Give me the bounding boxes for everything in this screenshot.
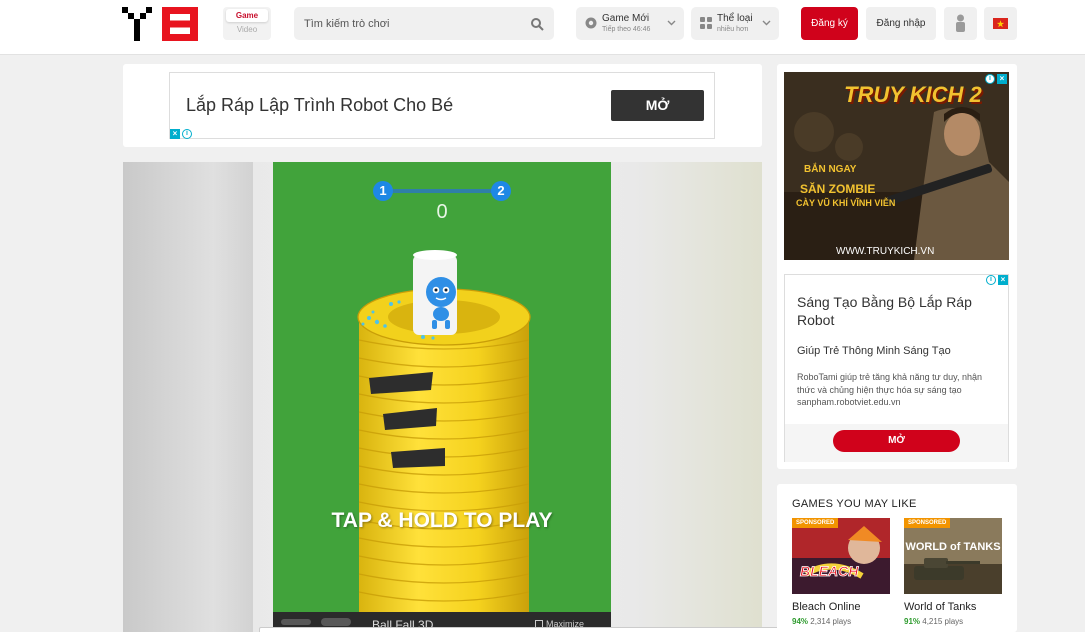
user-icon	[956, 14, 965, 32]
y8-logo[interactable]	[122, 7, 198, 41]
categories-menu[interactable]: Thể loại nhiều hơn	[691, 7, 779, 40]
game-scene	[357, 250, 531, 612]
truykich-tagline: CÀY VŨ KHÍ VĨNH VIỄN	[796, 198, 896, 208]
world-of-tanks-thumbnail-art: WORLD of TANKS	[904, 518, 1002, 594]
svg-text:BLEACH: BLEACH	[800, 563, 859, 579]
game-stats: 91% 4,215 plays	[904, 617, 963, 626]
top-ad-title[interactable]: Lắp Ráp Lập Trình Robot Cho Bé	[186, 95, 453, 116]
ad-choices[interactable]: i ×	[986, 275, 1008, 285]
game-thumbnail[interactable]: WORLD of TANKS SPONSORED	[904, 518, 1002, 594]
ad-info-icon[interactable]: i	[986, 275, 996, 285]
tap-to-play-prompt[interactable]: TAP & HOLD TO PLAY	[273, 509, 611, 533]
top-ad-container: Lắp Ráp Lập Trình Robot Cho Bé MỞ × i	[123, 64, 762, 147]
new-games-countdown: Tiếp theo 46:46	[602, 26, 651, 33]
truykich-logo: TRUY KICH 2	[844, 82, 982, 107]
games-you-may-like: GAMES YOU MAY LIKE BLEACH SPONSORED Blea…	[777, 484, 1017, 632]
video-toggle-option[interactable]: Video	[223, 25, 271, 34]
search-box	[294, 7, 554, 40]
truykich-headline: SĂN ZOMBIE	[800, 182, 876, 196]
game-canvas[interactable]: 1 2 0 TAP & HOLD TO PLAY	[273, 162, 611, 612]
vietnam-flag-icon	[993, 18, 1008, 29]
categories-subtitle: nhiều hơn	[717, 26, 749, 33]
game-toggle-option[interactable]: Game	[226, 9, 268, 22]
sidebar-ads: TRUY KICH 2 BẮN NGAY SĂN ZOMBIE CÀY VŨ K…	[777, 64, 1017, 469]
robot-ad-description: RoboTami giúp trẻ tăng khả năng tư duy, …	[797, 372, 982, 395]
game-name[interactable]: Bleach Online	[792, 601, 861, 613]
categories-title: Thể loại	[717, 13, 753, 24]
developer-logo	[281, 618, 351, 626]
grid-icon	[700, 17, 712, 29]
game-thumbnail[interactable]: BLEACH SPONSORED	[792, 518, 890, 594]
game-rating: 94%	[792, 617, 809, 626]
user-button[interactable]	[944, 7, 977, 40]
game-rating: 91%	[904, 617, 921, 626]
game-plays: 4,215 plays	[922, 617, 964, 626]
robot-ad-footer: MỞ	[785, 424, 1008, 462]
ad-close-icon[interactable]: ×	[997, 74, 1007, 84]
game-video-toggle[interactable]: Game Video	[223, 7, 271, 40]
truykich-play-label[interactable]: BẮN NGAY	[804, 164, 856, 175]
gear-icon	[585, 17, 597, 29]
top-header: Game Video Game Mới Tiếp theo 46:46 Thể …	[0, 0, 1085, 55]
new-games-title: Game Mới	[602, 13, 650, 24]
game-stats: 94% 2,314 plays	[792, 617, 851, 626]
sponsored-badge: SPONSORED	[792, 518, 839, 528]
ad-info-icon[interactable]: i	[985, 74, 995, 84]
ad-close-icon[interactable]: ×	[998, 275, 1008, 285]
top-banner-ad[interactable]: Lắp Ráp Lập Trình Robot Cho Bé MỞ × i	[169, 72, 715, 139]
robot-ad-domain[interactable]: sanpham.robotviet.edu.vn	[797, 397, 901, 407]
chevron-down-icon	[667, 20, 676, 26]
robot-ad-open-button[interactable]: MỞ	[833, 430, 960, 452]
robot-ad-subtitle: Giúp Trẻ Thông Minh Sáng Tạo	[797, 345, 951, 357]
search-input[interactable]	[304, 15, 519, 32]
games-you-may-like-title: GAMES YOU MAY LIKE	[792, 498, 917, 510]
ad-info-icon[interactable]: i	[182, 129, 192, 139]
game-plays: 2,314 plays	[810, 617, 852, 626]
current-level-badge: 1	[373, 181, 393, 201]
bleach-online-thumbnail-art: BLEACH	[792, 518, 890, 594]
truykich-ad[interactable]: TRUY KICH 2 BẮN NGAY SĂN ZOMBIE CÀY VŨ K…	[784, 72, 1009, 260]
svg-text:WORLD of TANKS: WORLD of TANKS	[905, 541, 1000, 553]
login-button[interactable]: Đăng nhập	[866, 7, 936, 40]
game-score: 0	[436, 201, 448, 223]
top-ad-open-button[interactable]: MỞ	[611, 90, 704, 121]
robot-ad-title[interactable]: Sáng Tạo Bằng Bộ Lắp Ráp Robot	[797, 293, 992, 329]
chevron-down-icon	[762, 20, 771, 26]
game-area: 1 2 0 TAP & HOLD TO PLAY Ball Fall 3D Ma…	[123, 162, 762, 632]
sponsored-badge: SPONSORED	[904, 518, 951, 528]
game-name[interactable]: World of Tanks	[904, 601, 976, 613]
search-icon[interactable]	[530, 17, 544, 31]
robot-text-ad[interactable]: Sáng Tạo Bằng Bộ Lắp Ráp Robot Giúp Trẻ …	[784, 274, 1009, 462]
next-level-badge: 2	[491, 181, 511, 201]
register-button[interactable]: Đăng ký	[801, 7, 858, 40]
language-button[interactable]	[984, 7, 1017, 40]
new-games-menu[interactable]: Game Mới Tiếp theo 46:46	[576, 7, 684, 40]
level-progress-bar	[383, 189, 501, 193]
truykich-url[interactable]: WWW.TRUYKICH.VN	[836, 246, 934, 257]
ad-choices[interactable]: i ×	[985, 74, 1007, 84]
ad-close-icon[interactable]: ×	[170, 129, 180, 139]
ad-choices[interactable]: × i	[170, 129, 192, 139]
